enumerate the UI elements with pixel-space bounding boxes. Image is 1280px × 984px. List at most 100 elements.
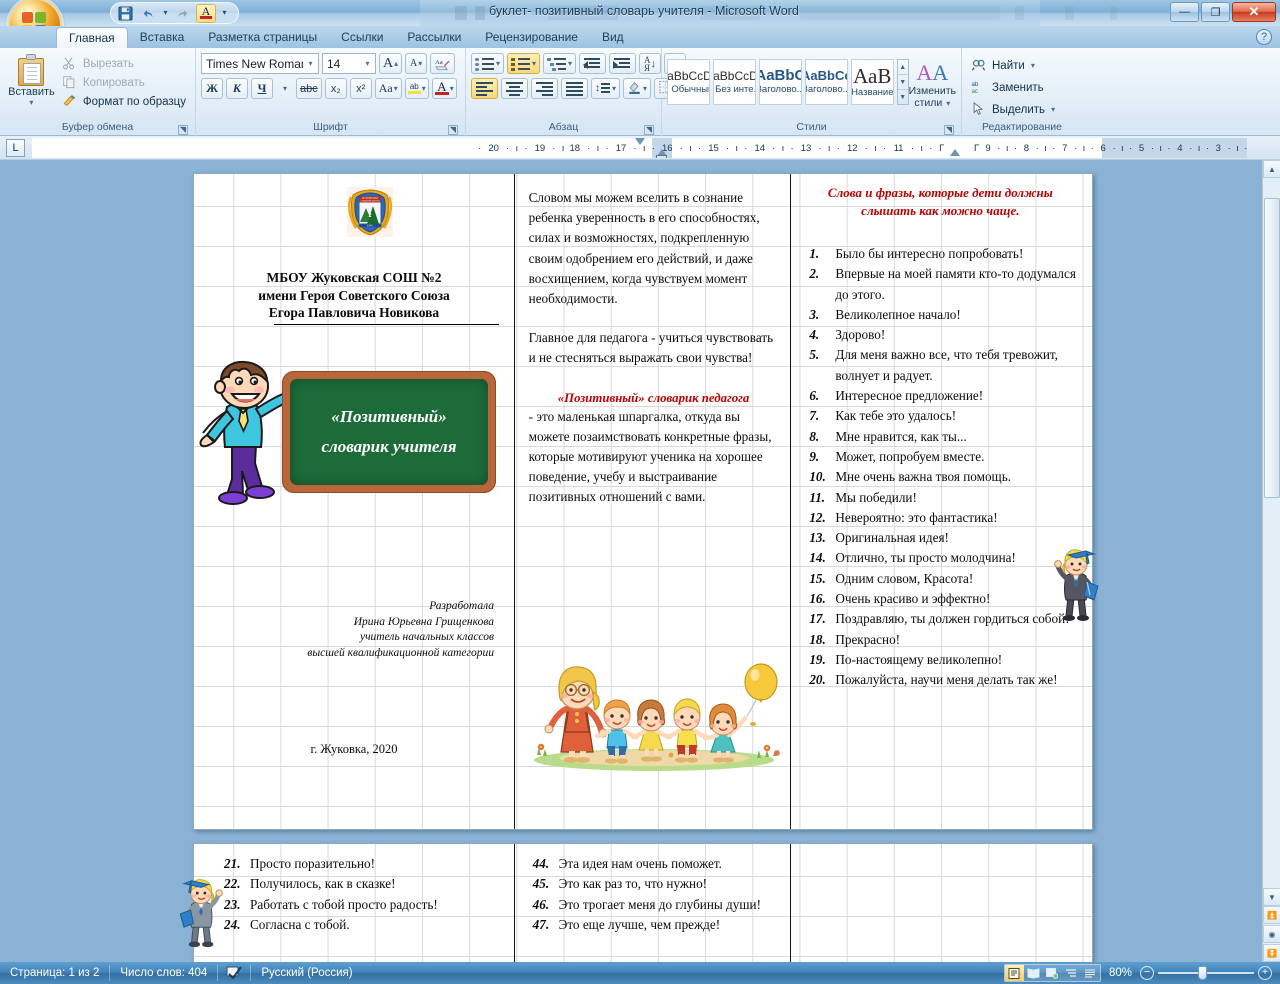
underline-dropdown-icon[interactable]: ▾ xyxy=(276,78,293,99)
underline-button[interactable]: Ч xyxy=(251,78,273,99)
replace-button[interactable]: ab ac Заменить xyxy=(967,78,1048,97)
web-layout-icon[interactable] xyxy=(1043,965,1062,981)
draft-icon[interactable] xyxy=(1081,965,1100,981)
paste-button[interactable]: Вставить ▾ xyxy=(5,51,58,107)
tab-insert[interactable]: Вставка xyxy=(128,27,197,48)
clipboard-dialog-launcher[interactable]: ◥ xyxy=(178,125,188,135)
shrink-font-button[interactable]: A ▾ xyxy=(405,53,428,74)
style-heading-1[interactable]: AaBbC Заголово... xyxy=(758,59,802,105)
change-styles-button[interactable]: AA Изменить стили ▾ xyxy=(909,59,956,110)
list-item: 7. Как тебе это удалось! xyxy=(809,408,957,424)
next-page-icon[interactable]: ⏬ xyxy=(1263,944,1280,962)
grow-font-button[interactable]: A ▴ xyxy=(379,53,403,74)
zoom-level[interactable]: 80% xyxy=(1106,967,1135,979)
find-button[interactable]: Найти ▾ xyxy=(967,56,1039,75)
font-size-combo[interactable]: 14 ▾ xyxy=(322,53,376,74)
line-spacing-button[interactable]: ↕ ▾ xyxy=(591,78,621,99)
scrollbar-thumb[interactable] xyxy=(1264,198,1280,498)
tab-mailings[interactable]: Рассылки xyxy=(395,27,473,48)
styles-dialog-launcher[interactable]: ◥ xyxy=(944,125,954,135)
clear-formatting-button[interactable]: Aa xyxy=(430,53,456,74)
tab-page-layout[interactable]: Разметка страницы xyxy=(196,27,329,48)
styles-gallery-scroll[interactable]: ▲ ▼ ▼ xyxy=(896,59,909,105)
proofing-status[interactable] xyxy=(218,965,252,981)
styles-scroll-up-icon[interactable]: ▲ xyxy=(897,60,908,75)
first-line-indent-marker[interactable] xyxy=(635,138,645,145)
align-center-button[interactable] xyxy=(501,78,528,99)
paragraph-dialog-launcher[interactable]: ◥ xyxy=(644,125,654,135)
change-case-button[interactable]: Aa ▾ xyxy=(374,78,402,99)
horizontal-ruler[interactable]: · 20 · ı · 19 · ı 18 · ı · 17 · ı · 16 · ı · 15 · ı · 14 · ı · 13… xyxy=(32,138,1247,158)
document-canvas[interactable]: ЖУКОВСКАЯ СРЕДНЯЯ ШКОЛА 2 1941 МБОУ Жуко… xyxy=(0,160,1262,962)
help-icon[interactable]: ? xyxy=(1256,29,1272,45)
highlight-color-button[interactable]: ab ▾ xyxy=(404,78,429,99)
redo-icon[interactable] xyxy=(173,4,193,23)
subscript-button[interactable]: x₂ xyxy=(324,78,347,99)
align-right-icon xyxy=(535,81,554,96)
justify-button[interactable] xyxy=(561,78,588,99)
scroll-up-icon[interactable]: ▲ xyxy=(1263,160,1280,178)
font-size-dropdown-icon[interactable]: ▾ xyxy=(360,59,375,68)
select-browse-object-icon[interactable]: ◉ xyxy=(1263,925,1280,943)
tab-view[interactable]: Вид xyxy=(590,27,636,48)
format-painter-button[interactable]: Формат по образцу xyxy=(58,93,190,110)
align-right-button[interactable] xyxy=(531,78,558,99)
style-title[interactable]: АаВ Название xyxy=(850,59,894,105)
restore-button[interactable]: ❐ xyxy=(1201,2,1230,22)
zoom-track[interactable] xyxy=(1158,966,1254,980)
zoom-out-button[interactable]: − xyxy=(1140,966,1154,980)
customize-qat-icon[interactable]: ▾ xyxy=(219,4,230,23)
styles-more-icon[interactable]: ▼ xyxy=(898,90,908,104)
align-left-button[interactable] xyxy=(471,78,498,99)
paste-dropdown-icon[interactable]: ▾ xyxy=(29,99,33,107)
increase-indent-button[interactable] xyxy=(609,53,637,74)
fullscreen-reading-icon[interactable] xyxy=(1024,965,1043,981)
tab-home[interactable]: Главная xyxy=(56,27,128,48)
style-no-spacing[interactable]: AaBbCcDc ¶ Без инте... xyxy=(712,59,756,105)
undo-icon[interactable] xyxy=(138,4,158,23)
page-indicator[interactable]: Страница: 1 из 2 xyxy=(0,965,111,981)
italic-button[interactable]: К xyxy=(226,78,248,99)
tab-stop-selector[interactable]: L xyxy=(6,139,25,157)
sort-button[interactable]: А Я ↓ xyxy=(639,53,662,74)
bold-button[interactable]: Ж xyxy=(201,78,223,99)
print-layout-icon[interactable] xyxy=(1004,965,1024,981)
language-indicator[interactable]: Русский (Россия) xyxy=(251,965,362,981)
tab-review[interactable]: Рецензирование xyxy=(473,27,590,48)
zoom-slider[interactable]: − + xyxy=(1140,966,1272,980)
cut-button[interactable]: Вырезать xyxy=(58,55,190,72)
tab-references[interactable]: Ссылки xyxy=(329,27,395,48)
numbering-button[interactable]: ▾ xyxy=(507,53,541,74)
word-count[interactable]: Число слов: 404 xyxy=(110,965,219,981)
zoom-thumb[interactable] xyxy=(1198,966,1207,980)
font-color-icon[interactable]: A xyxy=(196,3,216,23)
previous-page-icon[interactable]: ⏫ xyxy=(1263,906,1280,924)
multilevel-list-button[interactable]: ▾ xyxy=(543,53,577,74)
font-name-dropdown-icon[interactable]: ▾ xyxy=(303,59,318,68)
zoom-in-button[interactable]: + xyxy=(1258,966,1272,980)
bullets-button[interactable]: ▾ xyxy=(471,53,505,74)
left-indent-marker[interactable] xyxy=(656,155,667,158)
font-dialog-launcher[interactable]: ◥ xyxy=(448,125,458,135)
save-icon[interactable] xyxy=(115,4,135,23)
copy-button[interactable]: Копировать xyxy=(58,74,190,91)
strikethrough-button[interactable]: abc xyxy=(296,78,322,99)
minimize-button[interactable]: — xyxy=(1170,2,1199,22)
font-color-button[interactable]: A ▾ xyxy=(431,78,457,99)
select-button[interactable]: Выделить ▾ xyxy=(967,100,1059,119)
styles-scroll-down-icon[interactable]: ▼ xyxy=(897,75,908,90)
undo-dropdown-icon[interactable]: ▾ xyxy=(161,4,170,23)
scroll-down-icon[interactable]: ▼ xyxy=(1263,888,1280,906)
right-indent-marker[interactable] xyxy=(950,149,960,156)
outline-icon[interactable] xyxy=(1062,965,1081,981)
document-page-2[interactable]: 21. Просто поразительно! 22. Получилось, к… xyxy=(179,843,1093,962)
superscript-button[interactable]: x² xyxy=(349,78,372,99)
shading-button[interactable]: ▾ xyxy=(623,78,652,99)
decrease-indent-button[interactable] xyxy=(579,53,607,74)
style-normal[interactable]: AaBbCcDc ¶ Обычный xyxy=(667,59,710,105)
style-heading-2[interactable]: AaBbCc Заголово... xyxy=(804,59,848,105)
vertical-scrollbar[interactable]: ▲ ▼ ⏫ ◉ ⏬ xyxy=(1262,160,1280,962)
font-name-combo[interactable]: Times New Roman ▾ xyxy=(201,53,319,74)
document-page-1[interactable]: ЖУКОВСКАЯ СРЕДНЯЯ ШКОЛА 2 1941 МБОУ Жуко… xyxy=(193,173,1099,830)
close-button[interactable]: ✕ xyxy=(1232,2,1276,22)
